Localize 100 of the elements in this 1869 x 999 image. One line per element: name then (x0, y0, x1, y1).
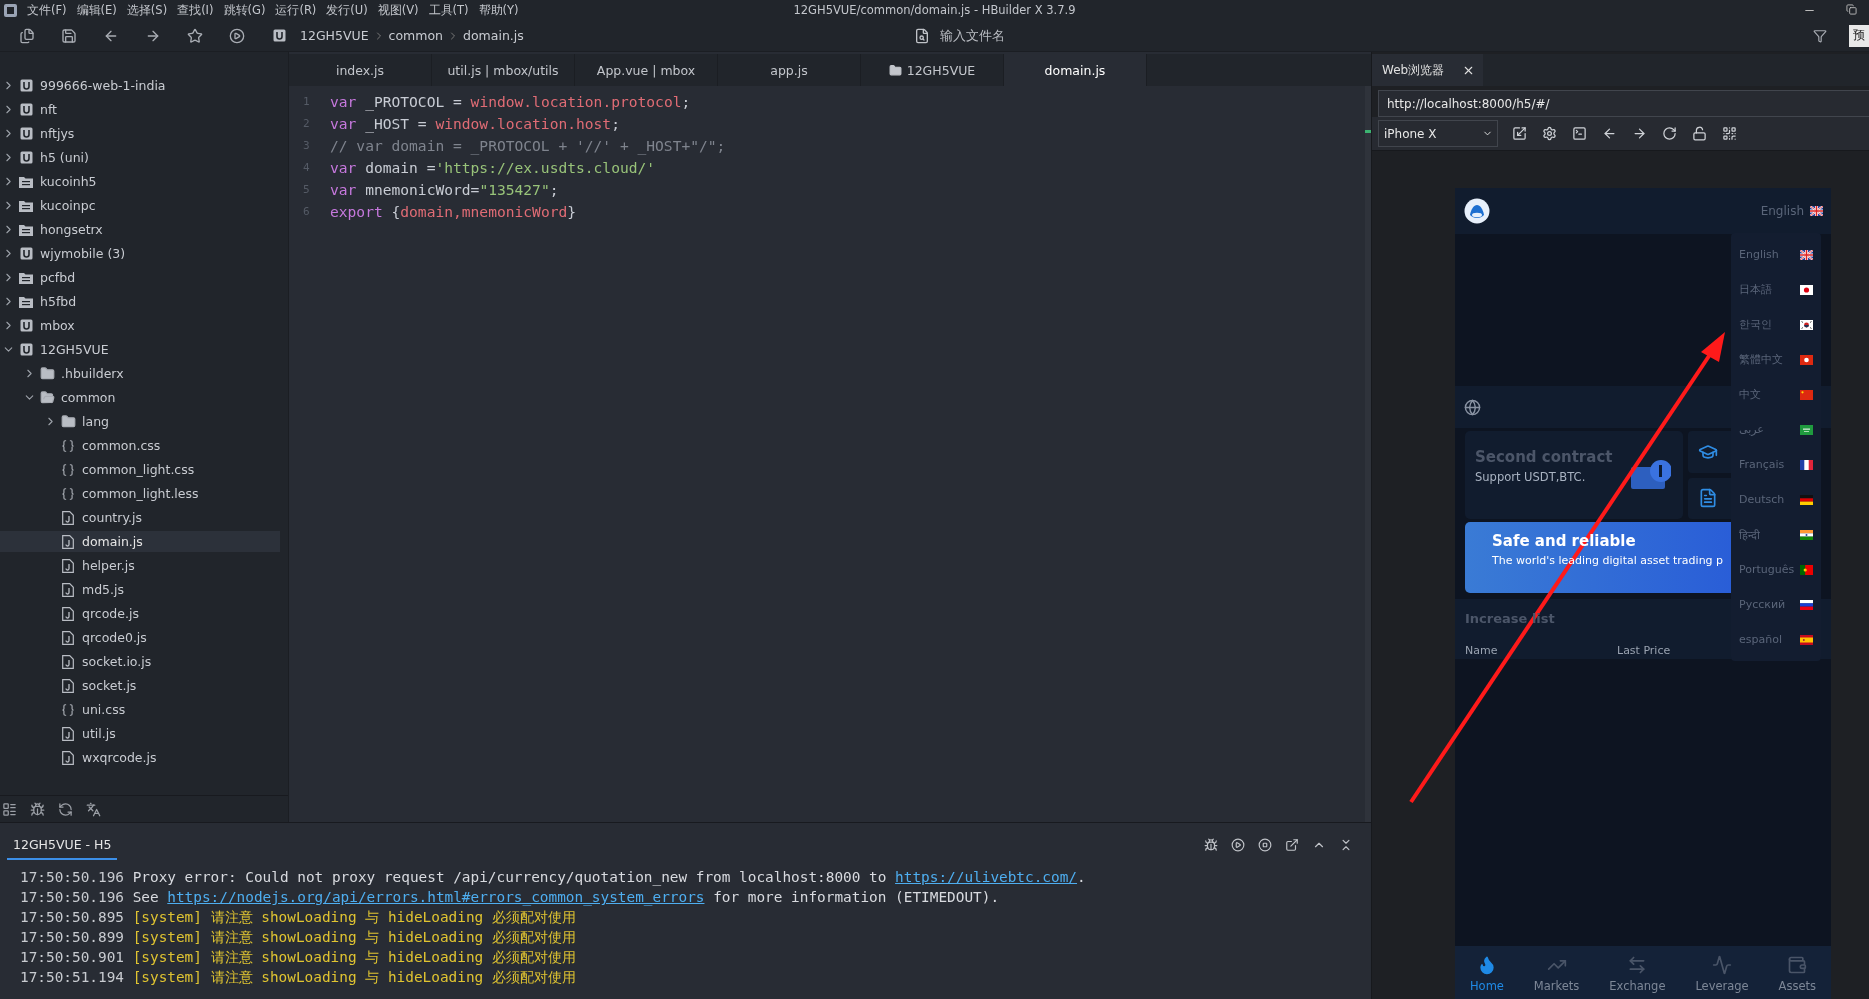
log-line: 17:50:50.899 [system] 请注意 showLoading 与 hideLoading 必须配对使用 (20, 927, 576, 947)
restore-icon[interactable] (1846, 3, 1857, 15)
tree-item[interactable]: 12GH5VUE (0, 339, 280, 360)
file-icon (62, 510, 74, 525)
tree-item[interactable]: md5.js (0, 579, 280, 600)
tree-item[interactable]: nftjys (0, 123, 280, 144)
globe-icon (1464, 398, 1481, 416)
tree-item[interactable]: qrcode0.js (0, 627, 280, 648)
tree-item[interactable]: wjymobile (3) (0, 243, 280, 264)
project-icon (19, 343, 33, 356)
device-dropdown[interactable]: iPhone X (1378, 120, 1498, 147)
menu-item[interactable]: 视图(V) (377, 2, 419, 18)
tree-item[interactable]: common.css (0, 435, 280, 456)
editor-tab[interactable]: domain.js (1004, 54, 1147, 86)
tree-item[interactable]: socket.io.js (0, 651, 280, 672)
menu-item[interactable]: 工具(T) (428, 2, 469, 18)
nav-tab[interactable]: Home (1469, 955, 1504, 993)
tree-item[interactable]: lang (0, 411, 280, 432)
unlock-icon[interactable] (1691, 126, 1707, 141)
menu-item[interactable]: 跳转(G) (223, 2, 266, 18)
tree-item[interactable]: common_light.css (0, 459, 280, 480)
tree-item[interactable]: nft (0, 99, 280, 120)
code-line: var domain ='https://ex.usdts.cloud/' (330, 158, 656, 176)
resize-icon[interactable] (1511, 126, 1527, 141)
tree-item[interactable]: socket.js (0, 675, 280, 696)
menu-item[interactable]: 文件(F) (27, 2, 67, 18)
project-icon (19, 127, 33, 140)
tree-item[interactable]: uni.css (0, 699, 280, 720)
stop-icon[interactable] (1258, 838, 1272, 852)
tree-item[interactable]: country.js (0, 507, 280, 528)
terminal-icon[interactable] (1571, 126, 1587, 141)
tree-item[interactable]: kucoinh5 (0, 171, 280, 192)
app-logo-icon (4, 3, 17, 17)
menu-item[interactable]: 运行(R) (275, 2, 317, 18)
tree-item[interactable]: common (0, 387, 280, 408)
scrollbar[interactable] (1365, 86, 1371, 822)
save-icon[interactable] (61, 27, 77, 44)
link[interactable]: https://ulivebtc.com/ (895, 869, 1078, 885)
nav-tab[interactable]: Exchange (1609, 955, 1666, 993)
console-tab[interactable]: 12GH5VUE - H5 (7, 830, 118, 860)
reload-icon[interactable] (1661, 126, 1677, 141)
star-icon[interactable] (187, 27, 203, 44)
tree-item[interactable]: helper.js (0, 555, 280, 576)
breadcrumb-item[interactable]: common (388, 28, 443, 43)
tree-item[interactable]: pcfbd (0, 267, 280, 288)
tree-item[interactable]: common_light.less (0, 483, 280, 504)
change-marker (1365, 130, 1371, 133)
qr-code-icon[interactable] (1721, 126, 1737, 141)
contract-card[interactable]: Second contract Support USDT,BTC. (1465, 431, 1683, 519)
file-icon (62, 558, 74, 573)
menu-item[interactable]: 编辑(E) (76, 2, 117, 18)
forward-icon[interactable] (1631, 126, 1647, 141)
settings-icon[interactable] (1541, 126, 1557, 141)
tree-item[interactable]: util.js (0, 723, 280, 744)
preview-button[interactable]: 预 (1849, 24, 1869, 47)
code-line: var mnemonicWord="135427"; (330, 180, 559, 198)
export-icon[interactable] (1285, 838, 1299, 852)
tree-item[interactable]: .hbuilderx (0, 363, 280, 384)
tree-item[interactable]: qrcode.js (0, 603, 280, 624)
breadcrumb-item[interactable]: 12GH5VUE (300, 28, 369, 43)
project-icon (19, 319, 33, 332)
tree-item[interactable]: domain.js (0, 531, 280, 552)
breadcrumb-item[interactable]: domain.js (463, 28, 524, 43)
url-field[interactable]: http://localhost:8000/h5/#/ (1378, 90, 1869, 117)
link[interactable]: https://nodejs.org/api/errors.html#errors_common_system_errors (167, 889, 705, 905)
log-line: 17:50:50.895 [system] 请注意 showLoading 与 hideLoading 必须配对使用 (20, 907, 576, 927)
bug-icon[interactable] (1204, 838, 1218, 852)
file-icon (62, 726, 74, 741)
sync-icon[interactable] (58, 801, 73, 817)
menu-item[interactable]: 查找(I) (177, 2, 214, 18)
nav-tab[interactable]: Markets (1533, 955, 1580, 993)
file-icon (62, 654, 74, 669)
file-search-field[interactable]: 输入文件名 (937, 27, 1238, 44)
files-icon[interactable] (19, 27, 35, 44)
menu-item[interactable]: 帮助(Y) (478, 2, 519, 18)
run-icon[interactable] (1231, 838, 1245, 852)
browser-tab[interactable]: Web浏览器 (1372, 54, 1483, 86)
log-line: 17:50:51.194 [system] 请注意 showLoading 与 hideLoading 必须配对使用 (20, 967, 576, 987)
tree-item[interactable]: 999666-web-1-india (0, 75, 280, 96)
bug-icon[interactable] (30, 801, 45, 817)
collapse-icon[interactable] (1339, 838, 1353, 852)
log-line: 17:50:50.196 Proxy error: Could not proxy request /api/currency/quotation_new from localhost:8000 to https://ulivebtc.com/. (20, 869, 1086, 885)
filter-icon[interactable] (1813, 28, 1827, 43)
menu-item[interactable]: 发行(U) (326, 2, 368, 18)
flag-icon (1800, 564, 1813, 575)
log-line: 17:50:50.196 See https://nodejs.org/api/errors.html#errors_common_system_errors for more information (ETIMEDOUT). (20, 889, 1000, 905)
tree-item[interactable]: kucoinpc (0, 195, 280, 216)
tree-item[interactable]: h5fbd (0, 291, 280, 312)
play-icon[interactable] (229, 27, 245, 44)
translate-icon[interactable] (86, 801, 101, 817)
nav-tab[interactable]: Assets (1778, 955, 1817, 993)
nav-tab[interactable]: Leverage (1695, 955, 1749, 993)
menu-item[interactable]: 选择(S) (126, 2, 168, 18)
tree-item[interactable]: hongsetrx (0, 219, 280, 240)
project-list-icon[interactable] (2, 801, 17, 817)
tree-item[interactable]: h5 (uni) (0, 147, 280, 168)
flag-icon (1800, 319, 1813, 330)
tree-item[interactable]: wxqrcode.js (0, 747, 280, 768)
back-icon[interactable] (1601, 126, 1617, 141)
tree-item[interactable]: mbox (0, 315, 280, 336)
